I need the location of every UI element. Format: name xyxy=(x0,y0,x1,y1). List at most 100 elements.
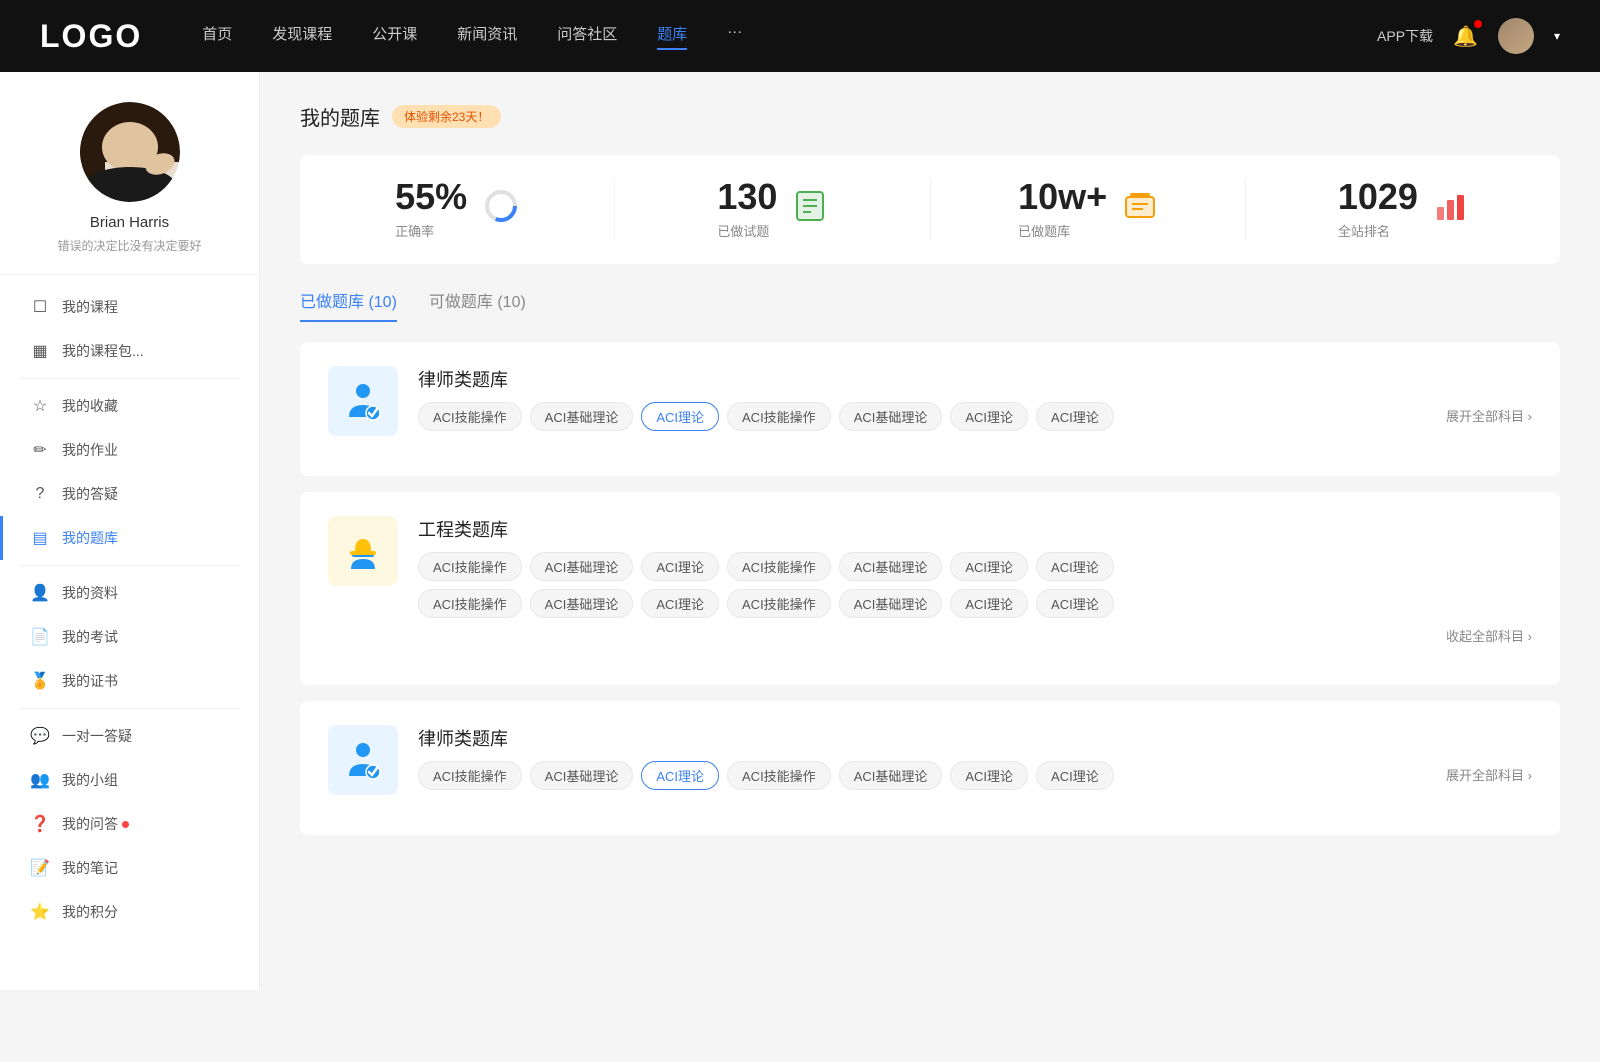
stat-rank: 1029 全站排名 xyxy=(1246,179,1560,240)
sidebar: Brian Harris 错误的决定比没有决定要好 ☐ 我的课程 ▦ 我的课程包… xyxy=(0,72,260,990)
tag-eng-2-2[interactable]: ACI基础理论 xyxy=(530,589,634,618)
favorites-icon: ☆ xyxy=(30,396,50,416)
tag-lawyer1-6[interactable]: ACI理论 xyxy=(950,402,1028,431)
tag-eng-1-2[interactable]: ACI基础理论 xyxy=(530,552,634,581)
expand-link-lawyer-1[interactable]: 展开全部科目 › xyxy=(1446,402,1532,425)
stat-banks-value: 10w+ xyxy=(1018,179,1107,215)
stat-accuracy-label: 正确率 xyxy=(395,221,467,240)
user-menu-chevron[interactable]: ▾ xyxy=(1554,29,1560,43)
stat-rank-value: 1029 xyxy=(1338,179,1418,215)
tag-eng-1-7[interactable]: ACI理论 xyxy=(1036,552,1114,581)
nav-news[interactable]: 新闻资讯 xyxy=(457,23,517,50)
tag-lawyer2-3[interactable]: ACI理论 xyxy=(641,761,719,790)
qbank-title-lawyer-1: 律师类题库 xyxy=(418,366,1532,392)
tags-row-lawyer-1: ACI技能操作 ACI基础理论 ACI理论 ACI技能操作 ACI基础理论 AC… xyxy=(418,402,1446,431)
tag-eng-1-6[interactable]: ACI理论 xyxy=(950,552,1028,581)
nav-discover[interactable]: 发现课程 xyxy=(272,23,332,50)
stat-banks-text: 10w+ 已做题库 xyxy=(1018,179,1107,240)
sidebar-item-exam[interactable]: 📄 我的考试 xyxy=(0,615,259,659)
navbar-right: APP下载 🔔 ▾ xyxy=(1377,18,1560,54)
stat-accuracy: 55% 正确率 xyxy=(300,179,615,240)
profile-avatar xyxy=(80,102,180,202)
sidebar-item-my-qa[interactable]: ❓ 我的问答 xyxy=(0,802,259,846)
stat-accuracy-text: 55% 正确率 xyxy=(395,179,467,240)
nav-more[interactable]: ··· xyxy=(727,23,742,50)
tag-lawyer2-2[interactable]: ACI基础理论 xyxy=(530,761,634,790)
qbank-header-engineer: 工程类题库 ACI技能操作 ACI基础理论 ACI理论 ACI技能操作 ACI基… xyxy=(328,516,1532,645)
homework-icon: ✏ xyxy=(30,440,50,460)
questionbank-icon: ▤ xyxy=(30,528,50,548)
nav-home[interactable]: 首页 xyxy=(202,23,232,50)
nav-opencourse[interactable]: 公开课 xyxy=(372,23,417,50)
tag-eng-1-1[interactable]: ACI技能操作 xyxy=(418,552,522,581)
sidebar-item-profile[interactable]: 👤 我的资料 xyxy=(0,571,259,615)
tag-eng-2-6[interactable]: ACI理论 xyxy=(950,589,1028,618)
sidebar-item-qa[interactable]: ? 我的答疑 xyxy=(0,472,259,516)
nav-questionbank[interactable]: 题库 xyxy=(657,23,687,50)
tag-eng-1-5[interactable]: ACI基础理论 xyxy=(839,552,943,581)
expand-link-lawyer-2[interactable]: 展开全部科目 › xyxy=(1446,761,1532,784)
tag-lawyer2-1[interactable]: ACI技能操作 xyxy=(418,761,522,790)
qbank-info-engineer: 工程类题库 ACI技能操作 ACI基础理论 ACI理论 ACI技能操作 ACI基… xyxy=(418,516,1532,645)
tag-lawyer2-4[interactable]: ACI技能操作 xyxy=(727,761,831,790)
notification-bell[interactable]: 🔔 xyxy=(1453,24,1478,49)
tag-eng-2-3[interactable]: ACI理论 xyxy=(641,589,719,618)
lawyer-svg-icon-2 xyxy=(341,738,385,782)
stat-done-questions: 130 已做试题 xyxy=(615,179,930,240)
tag-lawyer1-5[interactable]: ACI基础理论 xyxy=(839,402,943,431)
sidebar-item-points[interactable]: ⭐ 我的积分 xyxy=(0,890,259,934)
sidebar-item-courses[interactable]: ☐ 我的课程 xyxy=(0,285,259,329)
tab-done-banks[interactable]: 已做题库 (10) xyxy=(300,288,397,322)
tag-eng-2-1[interactable]: ACI技能操作 xyxy=(418,589,522,618)
tag-lawyer1-3[interactable]: ACI理论 xyxy=(641,402,719,431)
qbank-title-engineer: 工程类题库 xyxy=(418,516,1532,542)
accuracy-chart-icon xyxy=(483,188,519,231)
tags-section-lawyer-2: ACI技能操作 ACI基础理论 ACI理论 ACI技能操作 ACI基础理论 AC… xyxy=(418,761,1532,790)
tag-eng-2-7[interactable]: ACI理论 xyxy=(1036,589,1114,618)
tag-lawyer1-4[interactable]: ACI技能操作 xyxy=(727,402,831,431)
tag-lawyer2-5[interactable]: ACI基础理论 xyxy=(839,761,943,790)
sidebar-item-certificate[interactable]: 🏅 我的证书 xyxy=(0,659,259,703)
trial-badge: 体验剩余23天！ xyxy=(392,105,501,128)
sidebar-item-notes[interactable]: 📝 我的笔记 xyxy=(0,846,259,890)
navbar: LOGO 首页 发现课程 公开课 新闻资讯 问答社区 题库 ··· APP下载 … xyxy=(0,0,1600,72)
sidebar-item-questionbank[interactable]: ▤ 我的题库 xyxy=(0,516,259,560)
certificate-icon: 🏅 xyxy=(30,671,50,691)
user-avatar[interactable] xyxy=(1498,18,1534,54)
tag-lawyer2-6[interactable]: ACI理论 xyxy=(950,761,1028,790)
tags-section-engineer: ACI技能操作 ACI基础理论 ACI理论 ACI技能操作 ACI基础理论 AC… xyxy=(418,552,1532,645)
qbank-title-lawyer-2: 律师类题库 xyxy=(418,725,1532,751)
lawyer-icon-wrap-1 xyxy=(328,366,398,436)
tag-eng-1-4[interactable]: ACI技能操作 xyxy=(727,552,831,581)
tag-eng-1-3[interactable]: ACI理论 xyxy=(641,552,719,581)
stat-accuracy-value: 55% xyxy=(395,179,467,215)
one-on-one-icon: 💬 xyxy=(30,726,50,746)
tag-lawyer1-1[interactable]: ACI技能操作 xyxy=(418,402,522,431)
sidebar-item-favorites[interactable]: ☆ 我的收藏 xyxy=(0,384,259,428)
collapse-link-engineer[interactable]: 收起全部科目 › xyxy=(418,626,1532,645)
stat-rank-text: 1029 全站排名 xyxy=(1338,179,1418,240)
rank-icon xyxy=(1434,189,1468,230)
tag-eng-2-4[interactable]: ACI技能操作 xyxy=(727,589,831,618)
stat-done-text: 130 已做试题 xyxy=(717,179,777,240)
tab-available-banks[interactable]: 可做题库 (10) xyxy=(429,288,526,322)
tag-eng-2-5[interactable]: ACI基础理论 xyxy=(839,589,943,618)
profile-motto: 错误的决定比没有决定要好 xyxy=(57,237,201,254)
tag-lawyer1-2[interactable]: ACI基础理论 xyxy=(530,402,634,431)
sidebar-item-course-packages[interactable]: ▦ 我的课程包... xyxy=(0,329,259,373)
points-icon: ⭐ xyxy=(30,902,50,922)
avatar-image xyxy=(1498,18,1534,54)
app-download-btn[interactable]: APP下载 xyxy=(1377,26,1433,46)
nav-qa[interactable]: 问答社区 xyxy=(557,23,617,50)
sidebar-item-homework[interactable]: ✏ 我的作业 xyxy=(0,428,259,472)
divider-1 xyxy=(20,378,239,379)
tag-lawyer2-7[interactable]: ACI理论 xyxy=(1036,761,1114,790)
stat-done-banks: 10w+ 已做题库 xyxy=(931,179,1246,240)
sidebar-item-one-on-one[interactable]: 💬 一对一答疑 xyxy=(0,714,259,758)
qbank-card-lawyer-2: 律师类题库 ACI技能操作 ACI基础理论 ACI理论 ACI技能操作 ACI基… xyxy=(300,701,1560,835)
qbank-header-lawyer-1: 律师类题库 ACI技能操作 ACI基础理论 ACI理论 ACI技能操作 ACI基… xyxy=(328,366,1532,436)
tab-row: 已做题库 (10) 可做题库 (10) xyxy=(300,288,1560,322)
tag-lawyer1-7[interactable]: ACI理论 xyxy=(1036,402,1114,431)
profile-name: Brian Harris xyxy=(90,214,169,231)
sidebar-item-group[interactable]: 👥 我的小组 xyxy=(0,758,259,802)
